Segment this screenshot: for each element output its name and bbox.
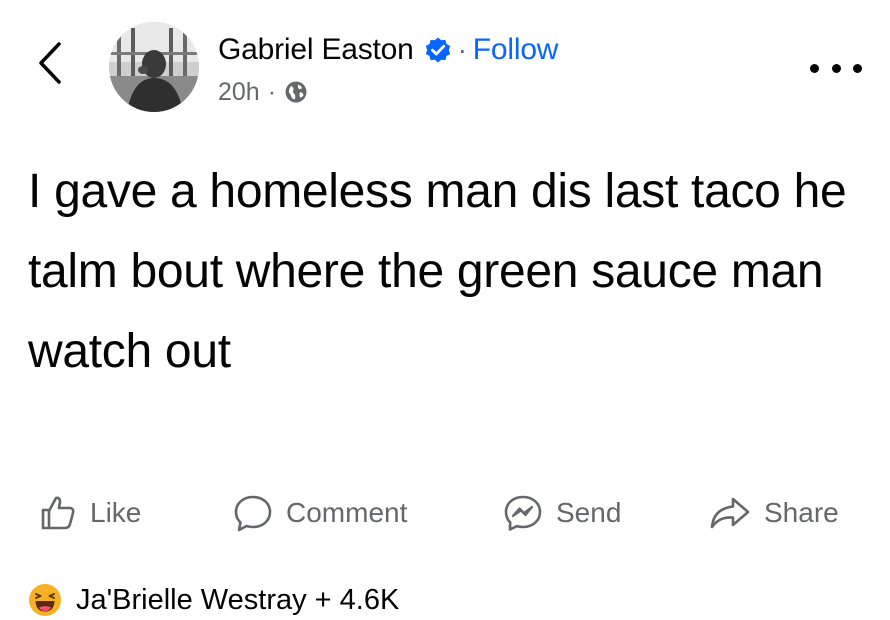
reactions-text: Ja'Brielle Westray + 4.6K — [76, 583, 400, 616]
thumbs-up-icon — [41, 496, 75, 530]
like-label: Like — [90, 497, 142, 528]
follow-button[interactable]: Follow — [473, 33, 559, 67]
post-timestamp[interactable]: 20h — [218, 78, 260, 107]
comment-button[interactable]: Comment — [232, 488, 407, 538]
post-action-bar: Like Comment Send Share — [0, 488, 890, 538]
facebook-post: Gabriel Easton · Follow 20h · I gave a h… — [0, 0, 890, 618]
more-options-dot — [831, 63, 841, 73]
like-button[interactable]: Like — [38, 488, 141, 538]
author-line: Gabriel Easton · Follow — [218, 30, 558, 70]
follow-separator: · — [457, 34, 467, 65]
more-options-dot — [853, 63, 862, 73]
reactions-summary[interactable]: Ja'Brielle Westray + 4.6K — [28, 580, 399, 620]
share-label: Share — [764, 497, 839, 528]
back-button[interactable] — [30, 38, 70, 88]
chevron-left-icon — [39, 42, 61, 84]
meta-separator: · — [267, 77, 277, 106]
post-text: I gave a homeless man dis last taco he t… — [28, 165, 847, 378]
more-options-icon — [810, 63, 819, 73]
verified-badge-icon — [425, 37, 450, 63]
post-meta: 20h · — [218, 74, 308, 110]
share-button[interactable]: Share — [708, 488, 839, 538]
author-name[interactable]: Gabriel Easton — [218, 33, 414, 67]
author-avatar[interactable] — [109, 22, 199, 112]
share-arrow-icon — [710, 497, 750, 529]
send-button[interactable]: Send — [502, 488, 621, 538]
messenger-icon — [504, 495, 542, 531]
comment-label: Comment — [286, 497, 408, 528]
comment-icon — [234, 495, 272, 532]
send-label: Send — [556, 497, 622, 528]
haha-reaction-icon — [29, 584, 61, 616]
globe-icon — [285, 81, 307, 103]
more-options-button[interactable] — [810, 56, 862, 80]
